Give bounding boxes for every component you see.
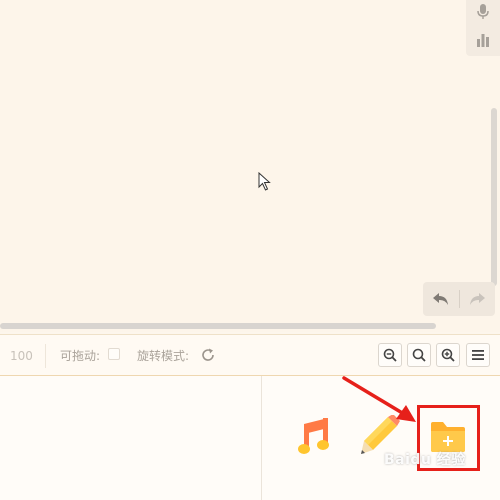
bottom-toolbar: 100 可拖动: 旋转模式: [0, 334, 500, 376]
statistics-button[interactable] [466, 26, 500, 54]
bar-chart-icon [477, 34, 489, 47]
side-tool-strip [466, 0, 500, 56]
panel-divider [261, 376, 262, 500]
vertical-scrollbar[interactable] [491, 108, 497, 286]
draggable-label: 可拖动: [60, 349, 101, 363]
zoom-in-button[interactable] [436, 343, 460, 367]
undo-icon [433, 293, 448, 305]
mouse-cursor-icon [258, 172, 271, 191]
zoom-level-input[interactable]: 100 [0, 344, 46, 368]
rotate-mode-label: 旋转模式: [137, 349, 190, 363]
zoom-reset-button[interactable] [407, 343, 431, 367]
annotation-arrow-icon [342, 376, 416, 422]
insert-music-button[interactable] [296, 416, 332, 456]
voice-button[interactable] [466, 0, 500, 26]
redo-button[interactable] [459, 282, 495, 316]
rotate-icon [202, 348, 214, 361]
undo-redo-group [423, 282, 495, 316]
zoom-out-icon [383, 348, 397, 362]
watermark-text: Baidu 经验 [384, 452, 466, 468]
horizontal-scrollbar[interactable] [0, 323, 436, 329]
redo-icon [470, 293, 485, 305]
zoom-in-icon [441, 348, 455, 362]
undo-button[interactable] [423, 282, 459, 316]
zoom-out-button[interactable] [378, 343, 402, 367]
rotate-mode-toggle[interactable] [196, 343, 220, 367]
draggable-checkbox[interactable] [108, 348, 120, 360]
music-icon [298, 418, 329, 454]
menu-button[interactable] [466, 343, 490, 367]
menu-icon [472, 350, 484, 360]
microphone-icon [477, 4, 489, 19]
zoom-reset-icon [412, 348, 426, 362]
